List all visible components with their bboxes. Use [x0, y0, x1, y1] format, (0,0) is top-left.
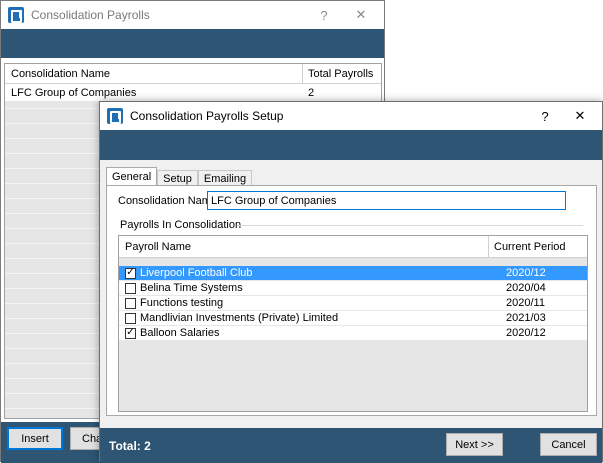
close-button[interactable]: ✕ [346, 1, 376, 29]
payroll-period: 2020/12 [506, 327, 546, 339]
payroll-checkbox[interactable] [125, 297, 136, 309]
total-count: Total: 2 [109, 439, 151, 453]
column-header-consolidation-name[interactable]: Consolidation Name [5, 64, 303, 83]
column-header-payroll-name[interactable]: Payroll Name [119, 236, 489, 257]
back-header-band [1, 29, 384, 58]
payroll-checkbox[interactable] [125, 282, 136, 294]
payroll-name: Liverpool Football Club [140, 267, 253, 279]
payrolls-group-label: Payrolls In Consolidation [120, 219, 242, 231]
payrolls-list-header: Payroll Name Current Period [119, 236, 587, 258]
app-icon [107, 108, 123, 124]
insert-button[interactable]: Insert [7, 427, 63, 450]
dialog-title: Consolidation Payrolls Setup [130, 109, 284, 123]
cell-consolidation-name: LFC Group of Companies [11, 86, 137, 99]
cell-total-payrolls: 2 [308, 86, 315, 99]
consolidation-name-field[interactable] [207, 191, 566, 210]
payrolls-list[interactable]: Payroll Name Current Period ✓ Liverpool … [118, 235, 588, 412]
payroll-row[interactable]: ✓ Balloon Salaries 2020/12 [119, 326, 587, 340]
payroll-row[interactable]: Functions testing 2020/11 [119, 296, 587, 310]
consolidation-name-label: Consolidation Name: [118, 195, 221, 207]
payroll-checkbox[interactable]: ✓ [125, 267, 136, 279]
help-button[interactable]: ? [530, 102, 560, 130]
front-title-bar: Consolidation Payrolls Setup ? ✕ [100, 102, 602, 130]
payroll-row[interactable]: Belina Time Systems 2020/04 [119, 281, 587, 295]
dialog-header-band [100, 130, 602, 160]
tab-setup[interactable]: Setup [157, 170, 198, 186]
dialog-footer-band: Total: 2 Next >> Cancel [100, 428, 602, 463]
next-button[interactable]: Next >> [446, 433, 503, 456]
back-title-bar: Consolidation Payrolls ? ✕ [1, 1, 384, 29]
tab-general[interactable]: General [106, 167, 158, 186]
payroll-name: Belina Time Systems [140, 282, 243, 294]
tab-strip: General Setup Emailing [106, 167, 253, 186]
payroll-period: 2020/04 [506, 282, 546, 294]
payroll-checkbox[interactable] [125, 312, 136, 324]
grid-header: Consolidation Name Total Payrolls [5, 64, 381, 84]
payroll-checkbox[interactable]: ✓ [125, 327, 136, 339]
payroll-period: 2021/03 [506, 312, 546, 324]
table-row[interactable]: LFC Group of Companies 2 [5, 84, 381, 101]
help-button[interactable]: ? [309, 1, 339, 29]
back-window-title: Consolidation Payrolls [31, 8, 150, 22]
payroll-row[interactable]: ✓ Liverpool Football Club 2020/12 [119, 266, 587, 280]
group-divider [237, 225, 583, 226]
app-icon [8, 7, 24, 23]
payroll-name: Balloon Salaries [140, 327, 220, 339]
payroll-row[interactable]: Mandlivian Investments (Private) Limited… [119, 311, 587, 325]
payroll-period: 2020/11 [506, 297, 545, 309]
column-header-current-period[interactable]: Current Period [489, 236, 566, 257]
payroll-name: Functions testing [140, 297, 224, 309]
payroll-period: 2020/12 [506, 267, 546, 279]
cancel-button[interactable]: Cancel [540, 433, 597, 456]
close-button[interactable]: ✕ [565, 102, 595, 130]
column-header-total-payrolls[interactable]: Total Payrolls [303, 68, 373, 80]
general-tab-panel: Consolidation Name: Payrolls In Consolid… [106, 185, 597, 416]
consolidation-payrolls-setup-dialog: Consolidation Payrolls Setup ? ✕ General… [99, 101, 603, 463]
payroll-name: Mandlivian Investments (Private) Limited [140, 312, 339, 324]
tab-emailing[interactable]: Emailing [197, 170, 253, 186]
